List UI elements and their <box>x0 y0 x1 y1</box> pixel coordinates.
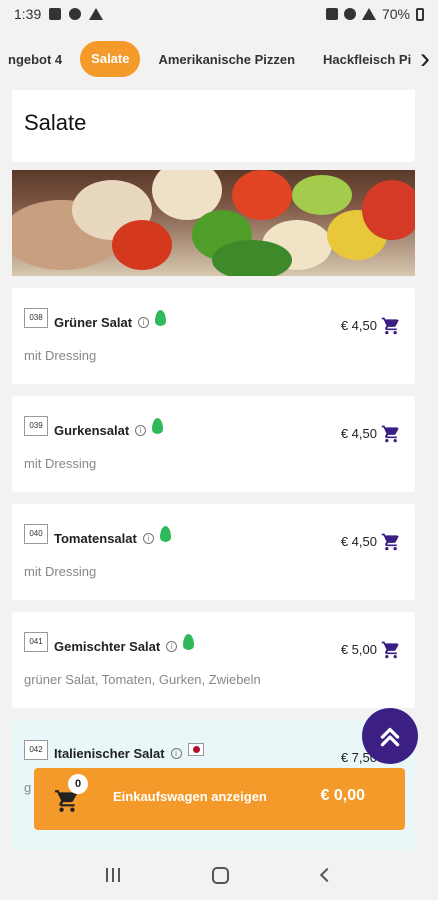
section-header: Salate <box>12 90 415 162</box>
back-icon[interactable] <box>319 867 334 883</box>
add-to-cart-icon[interactable] <box>381 316 401 336</box>
show-cart-button[interactable]: 0 Einkaufswagen anzeigen € 0,00 <box>34 768 405 830</box>
leaf-icon <box>159 526 171 542</box>
add-to-cart-icon[interactable] <box>381 532 401 552</box>
item-name: Italienischer Salat <box>54 746 165 761</box>
item-description: mit Dressing <box>24 564 97 579</box>
item-name-row: Tomatensalat i <box>54 526 171 546</box>
add-to-cart-icon[interactable] <box>381 640 401 660</box>
cart-count-badge: 0 <box>68 774 88 794</box>
info-icon[interactable]: i <box>142 532 154 544</box>
item-description: mit Dressing <box>24 348 97 363</box>
recent-apps-icon[interactable] <box>106 868 121 882</box>
battery-percent: 70% <box>381 6 410 22</box>
menu-item[interactable]: 039 Gurkensalat i € 4,50 mit Dressing <box>12 396 415 492</box>
double-chevron-up-icon <box>380 727 400 747</box>
item-code: 039 <box>24 416 48 436</box>
info-icon[interactable]: i <box>138 316 150 328</box>
cart-total: € 0,00 <box>320 787 365 804</box>
item-name: Tomatensalat <box>54 530 137 546</box>
item-name-row: Italienischer Salat i <box>54 743 204 761</box>
item-description: g <box>24 780 32 795</box>
leaf-icon <box>155 310 167 326</box>
status-bar: 1:39 70% <box>0 0 438 28</box>
image-icon <box>49 8 62 20</box>
item-name-row: Gurkensalat i <box>54 418 164 438</box>
item-name: Gemischter Salat <box>54 638 161 654</box>
menu-item[interactable]: 041 Gemischter Salat i € 5,00 grüner Sal… <box>12 612 415 708</box>
info-icon[interactable]: i <box>166 640 178 652</box>
home-icon[interactable] <box>212 866 230 884</box>
navigation-bar <box>0 850 438 900</box>
leaf-icon <box>152 418 164 434</box>
item-price: € 4,50 <box>340 534 377 549</box>
menu-item[interactable]: 040 Tomatensalat i € 4,50 mit Dressing <box>12 504 415 600</box>
item-price: € 5,00 <box>340 642 377 657</box>
tab-salate[interactable]: Salate <box>80 41 141 77</box>
item-code: 042 <box>24 740 48 760</box>
chevron-right-icon[interactable]: › <box>412 28 438 90</box>
item-name-row: Gemischter Salat i <box>54 634 195 654</box>
item-name-row: Grüner Salat i <box>54 310 167 330</box>
battery-icon <box>416 7 424 21</box>
mute-icon <box>325 8 338 20</box>
salad-image <box>12 170 415 276</box>
item-name: Gurkensalat <box>54 422 130 438</box>
leaf-icon <box>183 634 195 650</box>
item-code: 041 <box>24 632 48 652</box>
wifi-icon <box>343 8 356 20</box>
item-description: grüner Salat, Tomaten, Gurken, Zwiebeln <box>24 672 261 687</box>
item-name: Grüner Salat <box>54 314 133 330</box>
info-icon[interactable]: i <box>135 424 147 436</box>
add-to-cart-icon[interactable] <box>381 424 401 444</box>
menu-content[interactable]: Salate 038 Grüner Salat i € 4,50 mit Dre… <box>0 90 438 850</box>
tab-amerikanische-pizzen[interactable]: Amerikanische Pizzen <box>144 52 309 67</box>
status-time: 1:39 <box>14 6 42 22</box>
scroll-top-button[interactable] <box>362 708 418 764</box>
item-code: 040 <box>24 524 48 544</box>
flag-icon <box>187 743 204 756</box>
menu-item[interactable]: 038 Grüner Salat i € 4,50 mit Dressing <box>12 288 415 384</box>
item-description: mit Dressing <box>24 456 97 471</box>
info-icon[interactable]: i <box>170 748 182 759</box>
account-icon <box>69 8 82 20</box>
item-price: € 4,50 <box>340 426 377 441</box>
tab-hackfleisch[interactable]: Hackfleisch Pi <box>309 52 425 67</box>
item-price: € 4,50 <box>340 318 377 333</box>
cart-label: Einkaufswagen anzeigen <box>113 789 267 804</box>
category-tabs: ngebot 4 Salate Amerikanische Pizzen Hac… <box>0 28 438 90</box>
tab-angebot[interactable]: ngebot 4 <box>0 52 76 67</box>
signal-icon <box>361 8 376 20</box>
warning-icon <box>89 8 104 20</box>
item-code: 038 <box>24 308 48 328</box>
section-title: Salate <box>24 110 87 135</box>
